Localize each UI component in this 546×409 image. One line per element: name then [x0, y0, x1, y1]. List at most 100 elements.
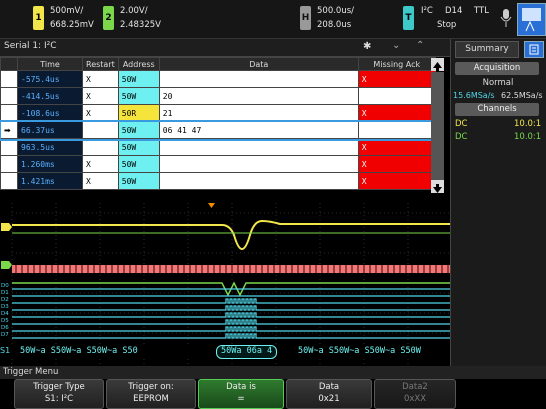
row-restart: [82, 138, 119, 156]
trigger-button[interactable]: T: [403, 6, 414, 30]
scroll-up-button[interactable]: [431, 58, 444, 71]
row-missing-ack: X: [357, 138, 436, 156]
run-status: Stop: [437, 20, 457, 30]
digital-trace: [12, 305, 450, 311]
i2c-activity-bus: [12, 265, 450, 273]
horizontal-button[interactable]: H: [300, 6, 311, 30]
table-row[interactable]: -108.6us X 50R 21 X: [0, 104, 436, 122]
table-row[interactable]: -414.5us X 50W 20: [0, 87, 436, 105]
col-time: Time: [17, 57, 83, 71]
row-time: 66.37us: [17, 121, 83, 139]
acquisition-header: Acquisition: [455, 62, 539, 75]
softkey-label: Data2: [402, 382, 428, 392]
decode-left: 50W~a S50W~a S50W~a S50: [20, 346, 138, 356]
gear-icon[interactable]: ✱: [363, 41, 371, 52]
digital-trace: [12, 312, 450, 318]
digital-trace: [12, 326, 450, 332]
chevron-up-icon[interactable]: ⌃: [416, 40, 424, 51]
row-time: -575.4us: [17, 70, 83, 88]
softkey-label: Trigger on:: [128, 382, 174, 392]
decode-bus-label: S1: [0, 346, 11, 355]
softkey-trigger-type[interactable]: Trigger Type S1: I²C: [14, 379, 104, 409]
decode-seg: S50W: [400, 346, 421, 356]
channel2-button[interactable]: 2: [103, 6, 114, 30]
channel1-button[interactable]: 1: [33, 6, 44, 30]
row-time: -414.5us: [17, 87, 83, 105]
row-marker: [0, 70, 18, 88]
row-missing-ack: X: [357, 155, 436, 173]
softkey-data2[interactable]: Data2 0xXX: [374, 379, 456, 409]
row-restart: [82, 121, 119, 139]
digital-channel-label: D7: [1, 332, 9, 338]
decode-seg: 50W~a: [20, 346, 46, 356]
table-row[interactable]: 1.421ms X 50W X: [0, 172, 436, 190]
marker-header: [0, 57, 18, 71]
ch1-coupling: DC: [455, 119, 468, 129]
trigger-level: TTL: [474, 6, 489, 16]
softkey-value: =: [237, 394, 245, 404]
table-row[interactable]: ➡ 66.37us 50W 06 41 47: [0, 119, 438, 141]
microphone-icon[interactable]: [500, 8, 512, 28]
digital-channel-label: D5: [1, 318, 9, 324]
ch1-scale: 500mV/: [50, 6, 84, 16]
row-data: 21: [158, 104, 359, 122]
decode-seg: S50W~a: [50, 346, 82, 356]
decode-table: Time Restart Address Data Missing Ack -5…: [0, 57, 438, 190]
ch2-coupling: DC: [455, 132, 468, 142]
row-address: 50W: [117, 155, 160, 173]
serial-title: Serial 1: I²C: [4, 41, 57, 51]
horizontal-scale: 500.0us/: [317, 6, 355, 16]
ch2-offset: 2.48325V: [120, 20, 161, 30]
trigger-type: I²C: [421, 6, 433, 16]
row-marker: [0, 104, 18, 122]
row-data: [158, 155, 359, 173]
scroll-down-button[interactable]: [431, 180, 444, 193]
ch1-waveform: [12, 219, 450, 251]
decode-center-packet: 50Wa 06a 4: [216, 345, 278, 359]
row-missing-ack: X: [357, 104, 436, 122]
row-missing-ack: [357, 121, 436, 139]
softkey-data-is[interactable]: Data is =: [198, 379, 284, 409]
trigger-position-marker: [208, 203, 215, 208]
decode-seg: S50: [122, 346, 138, 356]
row-address: 50W: [117, 70, 160, 88]
row-address: 50W: [117, 172, 160, 190]
decode-seg: S50W~a: [364, 346, 396, 356]
digital-channel-label: D4: [1, 311, 9, 317]
row-data: 20: [158, 87, 359, 105]
decode-right: 50W~a S50W~a S50W~a S50W: [298, 346, 421, 356]
serial-panel-header: Serial 1: I²C ✱ ⌄ ⌃: [0, 39, 450, 57]
sample-rate-1: 15.6MSa/s: [453, 91, 495, 100]
row-marker: [0, 172, 18, 190]
ch2-probe: 10.0:1: [514, 132, 542, 142]
touch-icon[interactable]: [517, 3, 546, 36]
table-row[interactable]: 1.260ms X 50W X: [0, 155, 436, 173]
softkey-value: EEPROM: [133, 394, 169, 404]
ch2-scale: 2.00V/: [120, 6, 148, 16]
row-marker: [0, 155, 18, 173]
softkey-data[interactable]: Data 0x21: [286, 379, 372, 409]
menu-icon[interactable]: [524, 41, 544, 58]
waveform-grid: [0, 203, 450, 366]
tab-summary[interactable]: Summary: [455, 41, 519, 58]
softkey-value: 0x21: [318, 394, 340, 404]
row-restart: X: [82, 172, 119, 190]
decode-seg: S50W~a: [328, 346, 360, 356]
sample-rate-2: 62.5MSa/s: [501, 91, 543, 100]
row-marker: [0, 138, 18, 156]
row-address: 50W: [117, 87, 160, 105]
row-marker: ➡: [0, 121, 18, 139]
row-data: [158, 172, 359, 190]
softkey-trigger-on[interactable]: Trigger on: EEPROM: [106, 379, 196, 409]
waveform-display[interactable]: D0 D1 D2 D3 D4 D5 D6 D7 S1 50W~a S50W~a S50W~a …: [0, 203, 450, 366]
col-data: Data: [158, 57, 359, 71]
scrollbar-track[interactable]: [431, 72, 444, 180]
horizontal-delay: 208.0us: [317, 20, 352, 30]
row-restart: X: [82, 70, 119, 88]
row-data: [158, 70, 359, 88]
row-address: 50W: [117, 121, 160, 139]
row-address: 50W: [117, 138, 160, 156]
table-row[interactable]: -575.4us X 50W X: [0, 70, 436, 88]
chevron-down-icon[interactable]: ⌄: [392, 40, 400, 51]
table-row[interactable]: 963.5us 50W X: [0, 138, 436, 156]
